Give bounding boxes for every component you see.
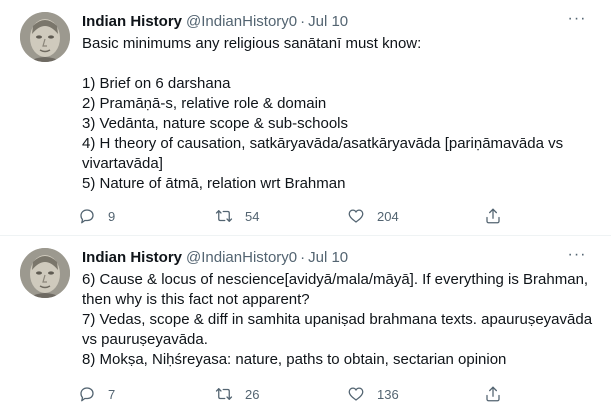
tweet-text-line: 2) Pramāṇā-s, relative role & domain	[82, 95, 327, 112]
reply-icon	[80, 387, 94, 402]
author-handle[interactable]: @IndianHistory0	[186, 13, 297, 30]
tweet-text-line: vivartavāda]	[82, 155, 163, 172]
tweet-date[interactable]: Jul 10	[308, 13, 348, 30]
tweet-actions: 9 54 204	[78, 204, 508, 228]
share-button[interactable]	[484, 204, 502, 228]
more-options-icon[interactable]: ···	[567, 247, 587, 268]
reply-count: 9	[108, 208, 116, 224]
share-icon	[486, 208, 500, 224]
tweet-header: Indian History @IndianHistory0 · Jul 10	[82, 248, 348, 268]
reply-button[interactable]: 7	[78, 382, 115, 406]
reply-icon	[80, 209, 94, 224]
tweet-date[interactable]: Jul 10	[308, 249, 348, 266]
tweet[interactable]: Indian History @IndianHistory0 · Jul 10 ···…	[0, 236, 611, 420]
tweet-text-line: vs pauruṣeyavāda.	[82, 331, 208, 348]
separator-dot: ·	[300, 13, 306, 30]
heart-icon	[348, 209, 364, 223]
separator-dot: ·	[300, 249, 306, 266]
more-options-icon[interactable]: ···	[567, 11, 587, 32]
like-button[interactable]: 204	[347, 204, 399, 228]
tweet-header: Indian History @IndianHistory0 · Jul 10	[82, 12, 348, 32]
retweet-icon	[215, 210, 233, 222]
like-count: 204	[377, 208, 399, 224]
tweet[interactable]: Indian History @IndianHistory0 · Jul 10 ···…	[0, 0, 611, 236]
like-count: 136	[377, 386, 399, 402]
avatar[interactable]	[20, 248, 70, 298]
retweet-icon	[215, 388, 233, 400]
like-button[interactable]: 136	[347, 382, 399, 406]
tweet-text-line: 8) Mokṣa, Niḥśreyasa: nature, paths to o…	[82, 351, 507, 368]
author-handle[interactable]: @IndianHistory0	[186, 249, 297, 266]
tweet-text-line: 7) Vedas, scope & diff in samhita upaniṣ…	[82, 311, 593, 328]
tweet-text-line: 1) Brief on 6 darshana	[82, 75, 231, 92]
heart-icon	[348, 387, 364, 401]
tweet-text-line: 3) Vedānta, nature scope & sub-schools	[82, 115, 349, 132]
tweet-actions: 7 26 136	[78, 382, 508, 406]
retweet-count: 54	[245, 208, 260, 224]
retweet-button[interactable]: 54	[215, 204, 259, 228]
tweet-text-line: Basic minimums any religious sanātanī mu…	[82, 35, 422, 52]
author-name[interactable]: Indian History	[82, 249, 182, 266]
avatar[interactable]	[20, 12, 70, 62]
share-icon	[486, 386, 500, 402]
retweet-count: 26	[245, 386, 260, 402]
reply-count: 7	[108, 386, 116, 402]
tweet-text-line: 4) H theory of causation, satkāryavāda/a…	[82, 135, 564, 152]
tweet-text: Basic minimums any religious sanātanī mu…	[82, 34, 592, 194]
tweet-text-line	[82, 54, 592, 74]
tweet-text-line: 5) Nature of ātmā, relation wrt Brahman	[82, 175, 346, 192]
author-name[interactable]: Indian History	[82, 13, 182, 30]
tweet-text: 6) Cause & locus of nescience[avidyā/mal…	[82, 270, 592, 370]
reply-button[interactable]: 9	[78, 204, 115, 228]
tweet-text-line: then why is this fact not apparent?	[82, 291, 310, 308]
tweet-text-line: 6) Cause & locus of nescience[avidyā/mal…	[82, 271, 589, 288]
share-button[interactable]	[484, 382, 502, 406]
retweet-button[interactable]: 26	[215, 382, 259, 406]
